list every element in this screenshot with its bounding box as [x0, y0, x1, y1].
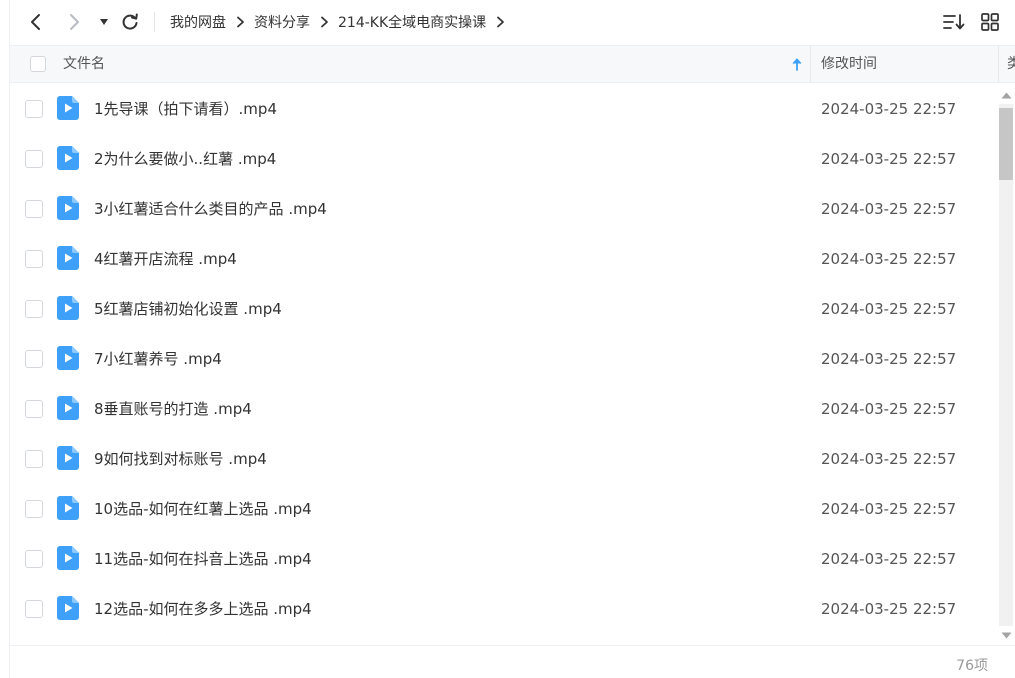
- vertical-scrollbar[interactable]: [998, 88, 1015, 642]
- file-list-header: 文件名 修改时间 类: [10, 45, 1015, 83]
- row-checkbox[interactable]: [25, 100, 43, 118]
- file-modified-time: 2024-03-25 22:57: [821, 350, 957, 368]
- sort-button[interactable]: [943, 11, 965, 33]
- refresh-icon: [122, 13, 138, 30]
- file-name[interactable]: 3小红薯适合什么类目的产品 .mp4: [94, 184, 327, 234]
- file-name[interactable]: 9如何找到对标账号 .mp4: [94, 434, 267, 484]
- file-row[interactable]: 8垂直账号的打造 .mp4 2024-03-25 22:57: [10, 384, 998, 434]
- file-row[interactable]: 12选品-如何在多多上选品 .mp4 2024-03-25 22:57: [10, 584, 998, 634]
- video-file-icon: [57, 346, 79, 370]
- chevron-right-icon: [226, 16, 254, 28]
- grid-view-icon: [981, 13, 999, 31]
- file-modified-time: 2024-03-25 22:57: [821, 500, 957, 518]
- forward-button[interactable]: [62, 10, 86, 34]
- history-dropdown-button[interactable]: [92, 10, 116, 34]
- breadcrumb-item-shared[interactable]: 资料分享: [254, 12, 310, 32]
- file-name[interactable]: 5红薯店铺初始化设置 .mp4: [94, 284, 282, 334]
- video-file-icon: [57, 496, 79, 520]
- triangle-up-icon: [1001, 92, 1012, 98]
- file-modified-time: 2024-03-25 22:57: [821, 100, 957, 118]
- column-divider[interactable]: [998, 46, 999, 82]
- file-name[interactable]: 4红薯开店流程 .mp4: [94, 234, 237, 284]
- row-checkbox[interactable]: [25, 150, 43, 168]
- breadcrumb-item-my-drive[interactable]: 我的网盘: [170, 12, 226, 32]
- breadcrumb: 我的网盘 资料分享 214-KK全域电商实操课: [170, 0, 514, 44]
- scroll-up-button[interactable]: [998, 88, 1015, 102]
- toolbar-separator: [154, 12, 155, 32]
- file-row[interactable]: 3小红薯适合什么类目的产品 .mp4 2024-03-25 22:57: [10, 184, 998, 234]
- file-modified-time: 2024-03-25 22:57: [821, 250, 957, 268]
- file-modified-time: 2024-03-25 22:57: [821, 550, 957, 568]
- scrollbar-track[interactable]: [999, 104, 1013, 626]
- scroll-down-button[interactable]: [998, 628, 1015, 642]
- video-file-icon: [57, 296, 79, 320]
- file-row[interactable]: 11选品-如何在抖音上选品 .mp4 2024-03-25 22:57: [10, 534, 998, 584]
- video-file-icon: [57, 446, 79, 470]
- file-name[interactable]: 7小红薯养号 .mp4: [94, 334, 222, 384]
- file-row[interactable]: 4红薯开店流程 .mp4 2024-03-25 22:57: [10, 234, 998, 284]
- grid-view-button[interactable]: [979, 11, 1001, 33]
- scrollbar-thumb[interactable]: [999, 108, 1013, 180]
- back-button[interactable]: [24, 10, 48, 34]
- caret-down-icon: [100, 19, 108, 25]
- file-modified-time: 2024-03-25 22:57: [821, 300, 957, 318]
- row-checkbox[interactable]: [25, 250, 43, 268]
- file-modified-time: 2024-03-25 22:57: [821, 450, 957, 468]
- file-row[interactable]: 1先导课（拍下请看）.mp4 2024-03-25 22:57: [10, 84, 998, 134]
- file-modified-time: 2024-03-25 22:57: [821, 200, 957, 218]
- file-name[interactable]: 2为什么要做小..红薯 .mp4: [94, 134, 276, 184]
- file-list: 1先导课（拍下请看）.mp4 2024-03-25 22:57 2为什么要做小..红…: [10, 84, 998, 644]
- item-count: 76项: [956, 658, 988, 674]
- file-modified-time: 2024-03-25 22:57: [821, 600, 957, 618]
- video-file-icon: [57, 546, 79, 570]
- row-checkbox[interactable]: [25, 600, 43, 618]
- refresh-button[interactable]: [118, 10, 142, 34]
- file-modified-time: 2024-03-25 22:57: [821, 150, 957, 168]
- video-file-icon: [57, 246, 79, 270]
- sort-list-icon: [943, 14, 965, 30]
- video-file-icon: [57, 196, 79, 220]
- row-checkbox[interactable]: [25, 200, 43, 218]
- row-checkbox[interactable]: [25, 400, 43, 418]
- file-browser-window: 我的网盘 资料分享 214-KK全域电商实操课 文件名 修改时间 类 1先导课（…: [0, 0, 1015, 678]
- chevron-right-icon: [310, 16, 338, 28]
- chevron-right-icon: [70, 14, 79, 30]
- file-name[interactable]: 8垂直账号的打造 .mp4: [94, 384, 252, 434]
- triangle-down-icon: [1001, 632, 1012, 638]
- row-checkbox[interactable]: [25, 550, 43, 568]
- file-modified-time: 2024-03-25 22:57: [821, 400, 957, 418]
- video-file-icon: [57, 146, 79, 170]
- row-checkbox[interactable]: [25, 450, 43, 468]
- file-name[interactable]: 10选品-如何在红薯上选品 .mp4: [94, 484, 312, 534]
- row-checkbox[interactable]: [25, 350, 43, 368]
- column-header-modified[interactable]: 修改时间: [821, 46, 877, 82]
- toolbar-right-actions: [943, 11, 1001, 33]
- chevron-left-icon: [31, 14, 40, 30]
- chevron-right-icon[interactable]: [486, 16, 514, 28]
- breadcrumb-item-current[interactable]: 214-KK全域电商实操课: [338, 12, 486, 32]
- file-name[interactable]: 11选品-如何在抖音上选品 .mp4: [94, 534, 312, 584]
- sort-ascending-icon[interactable]: [791, 57, 803, 71]
- file-name[interactable]: 1先导课（拍下请看）.mp4: [94, 84, 277, 134]
- file-row[interactable]: 2为什么要做小..红薯 .mp4 2024-03-25 22:57: [10, 134, 998, 184]
- status-bar: 76项: [10, 645, 1015, 678]
- file-row[interactable]: 10选品-如何在红薯上选品 .mp4 2024-03-25 22:57: [10, 484, 998, 534]
- row-checkbox[interactable]: [25, 500, 43, 518]
- toolbar: 我的网盘 资料分享 214-KK全域电商实操课: [10, 0, 1015, 44]
- file-name[interactable]: 12选品-如何在多多上选品 .mp4: [94, 584, 312, 634]
- video-file-icon: [57, 396, 79, 420]
- column-divider[interactable]: [810, 46, 811, 82]
- column-header-type[interactable]: 类: [1007, 46, 1015, 82]
- file-row[interactable]: 7小红薯养号 .mp4 2024-03-25 22:57: [10, 334, 998, 384]
- row-checkbox[interactable]: [25, 300, 43, 318]
- column-header-name[interactable]: 文件名: [63, 46, 105, 82]
- file-row[interactable]: 9如何找到对标账号 .mp4 2024-03-25 22:57: [10, 434, 998, 484]
- file-row[interactable]: 5红薯店铺初始化设置 .mp4 2024-03-25 22:57: [10, 284, 998, 334]
- select-all-checkbox[interactable]: [30, 56, 46, 72]
- video-file-icon: [57, 96, 79, 120]
- video-file-icon: [57, 596, 79, 620]
